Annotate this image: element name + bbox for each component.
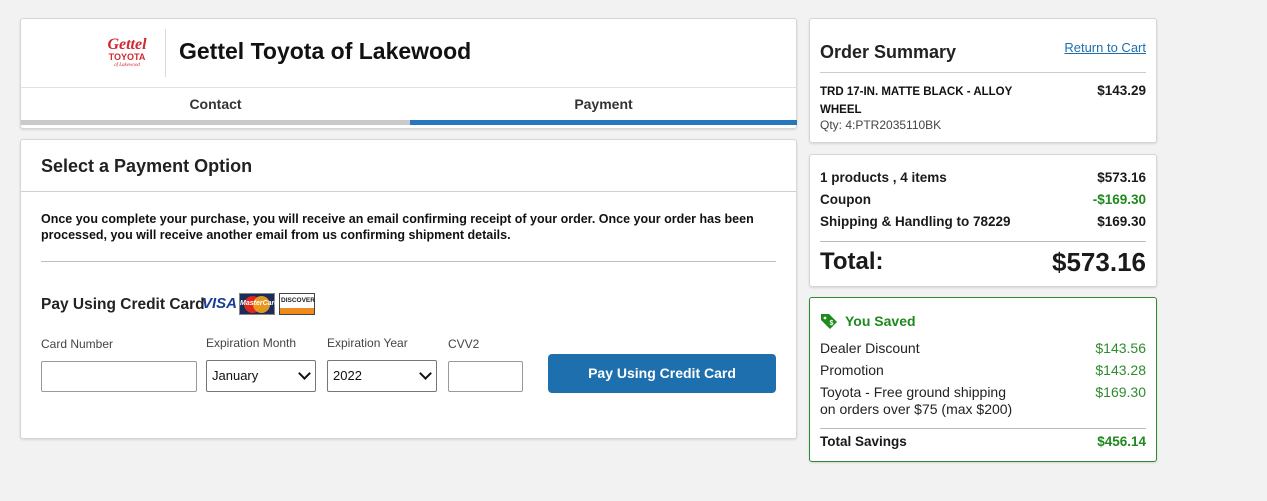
expiration-year-value: 2022 xyxy=(333,368,362,383)
order-summary-title: Order Summary xyxy=(820,42,957,62)
tab-payment-progress xyxy=(410,120,797,125)
expiration-month-value: January xyxy=(212,368,259,383)
logo-wordmark: Gettel xyxy=(107,36,147,53)
return-to-cart-link[interactable]: Return to Cart xyxy=(1064,40,1146,55)
tab-payment[interactable]: Payment xyxy=(410,87,797,125)
totals-row-shipping: Shipping & Handling to 78229 $169.30 xyxy=(820,214,1146,229)
payment-title: Select a Payment Option xyxy=(41,156,253,176)
chevron-down-icon xyxy=(419,367,432,380)
order-totals: 1 products , 4 items $573.16 Coupon -$16… xyxy=(809,154,1157,287)
expiration-month-select[interactable]: January xyxy=(206,360,316,392)
tab-contact-progress xyxy=(21,120,410,125)
card-logos: VISA MasterCard DISCOVER xyxy=(202,292,315,316)
tab-payment-label: Payment xyxy=(574,96,633,112)
dealer-header: Gettel TOYOTA of Lakewood Gettel Toyota … xyxy=(20,18,797,129)
svg-text:$: $ xyxy=(830,320,834,327)
dealer-name: Gettel Toyota of Lakewood xyxy=(179,38,472,64)
totals-row-coupon: Coupon -$169.30 xyxy=(820,192,1146,207)
divider xyxy=(41,261,776,262)
savings-title: You Saved xyxy=(845,313,916,329)
svg-text:TOYOTA: TOYOTA xyxy=(109,52,146,62)
logo-divider xyxy=(165,29,166,77)
expiration-year-select[interactable]: 2022 xyxy=(327,360,437,392)
card-number-label: Card Number xyxy=(41,337,114,351)
dealer-logo[interactable]: Gettel TOYOTA of Lakewood xyxy=(21,19,165,87)
visa-icon: VISA xyxy=(202,295,238,312)
pay-credit-card-button[interactable]: Pay Using Credit Card xyxy=(548,354,776,393)
savings-panel: $ You Saved Dealer Discount $143.56 Prom… xyxy=(809,297,1157,462)
mastercard-icon: MasterCard xyxy=(239,293,279,315)
expiration-month-label: Expiration Month xyxy=(206,336,297,350)
divider xyxy=(820,72,1146,73)
payment-panel: Select a Payment Option Once you complet… xyxy=(20,139,797,439)
tab-contact[interactable]: Contact xyxy=(21,87,410,125)
cvv-input[interactable] xyxy=(448,361,523,392)
discover-icon: DISCOVER xyxy=(279,293,315,315)
card-number-input[interactable] xyxy=(41,361,197,392)
item-name: TRD 17-IN. MATTE BLACK - ALLOY WHEEL xyxy=(820,86,1013,116)
total-label: Total: xyxy=(820,248,884,275)
cvv-label: CVV2 xyxy=(448,337,480,351)
totals-row-products: 1 products , 4 items $573.16 xyxy=(820,170,1146,185)
svg-text:of Lakewood: of Lakewood xyxy=(114,63,140,68)
divider xyxy=(21,191,796,192)
item-price: $143.29 xyxy=(1097,83,1146,98)
order-summary: Order Summary Return to Cart TRD 17-IN. … xyxy=(809,18,1157,143)
tab-contact-label: Contact xyxy=(189,96,242,112)
total-value: $573.16 xyxy=(1052,247,1146,277)
expiration-year-label: Expiration Year xyxy=(327,336,408,350)
chevron-down-icon xyxy=(298,367,311,380)
price-tag-icon: $ xyxy=(821,314,837,329)
divider xyxy=(820,241,1146,242)
payment-description: Once you complete your purchase, you wil… xyxy=(41,212,754,242)
credit-card-heading: Pay Using Credit Card xyxy=(41,296,205,313)
divider xyxy=(820,428,1146,429)
item-qty-sku: Qty: 4:PTR2035110BK xyxy=(820,118,942,132)
